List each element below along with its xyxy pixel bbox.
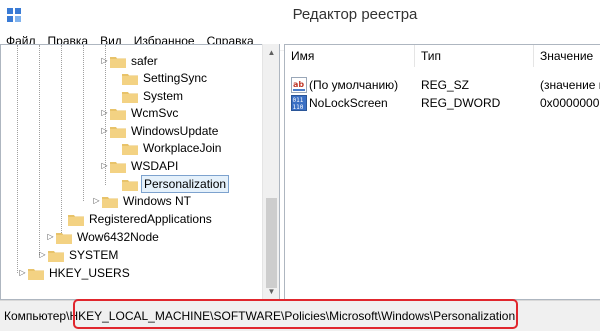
folder-icon — [122, 179, 138, 191]
column-header-data[interactable]: Значение — [534, 45, 600, 67]
tree-node-label: SYSTEM — [69, 248, 119, 262]
expand-icon[interactable]: ▷ — [100, 126, 109, 135]
tree-node-label: WindowsUpdate — [131, 124, 219, 138]
value-name: NoLockScreen — [309, 96, 388, 110]
window-title: Редактор реестра — [292, 6, 418, 23]
scroll-down-icon[interactable]: ▼ — [263, 283, 280, 300]
status-prefix: Компьютер\ — [4, 309, 70, 323]
svg-text:011: 011 — [293, 97, 304, 104]
expand-icon[interactable]: ▷ — [100, 108, 109, 117]
value-data: (значение н — [540, 78, 600, 92]
svg-text:110: 110 — [293, 104, 304, 111]
folder-icon — [48, 250, 64, 262]
path-highlight-box — [73, 299, 518, 329]
svg-text:ab: ab — [293, 80, 304, 89]
tree-node-label: HKEY_USERS — [49, 266, 130, 280]
folder-icon — [102, 196, 118, 208]
tree-node-wsdapi[interactable]: ▷ WSDAPI — [101, 157, 180, 175]
values-list[interactable]: Имя Тип Значение ab (По умолчанию) REG_S… — [284, 44, 600, 300]
tree-node-windowsupdate[interactable]: ▷ WindowsUpdate — [101, 122, 220, 140]
expand-icon[interactable]: ▷ — [38, 250, 47, 259]
value-type: REG_SZ — [421, 78, 470, 92]
tree-node-hkey-users[interactable]: ▷ HKEY_USERS — [19, 264, 132, 282]
tree-node-wcmsvc[interactable]: ▷ WcmSvc — [101, 104, 180, 122]
folder-icon — [122, 73, 138, 85]
column-header-name[interactable]: Имя — [285, 45, 415, 67]
folder-icon — [68, 214, 84, 226]
scroll-thumb[interactable] — [266, 198, 277, 288]
tree-scrollbar[interactable]: ▲ ▼ — [262, 44, 279, 300]
string-value-icon: ab — [291, 77, 307, 93]
scroll-up-icon[interactable]: ▲ — [263, 44, 280, 61]
folder-icon — [110, 56, 126, 68]
folder-icon — [28, 268, 44, 280]
tree-node-wow6432node[interactable]: ▷ Wow6432Node — [47, 228, 161, 246]
value-type: REG_DWORD — [421, 96, 501, 110]
tree-node-label: WcmSvc — [131, 106, 179, 120]
tree-node-label: RegisteredApplications — [89, 212, 212, 226]
tree-node-workplacejoin[interactable]: WorkplaceJoin — [122, 139, 223, 157]
column-header-type[interactable]: Тип — [415, 45, 534, 67]
tree-guide — [17, 45, 18, 273]
tree-guide — [61, 45, 62, 237]
folder-icon — [110, 126, 126, 138]
tree-node-label: Personalization — [141, 175, 230, 193]
tree-node-label: safer — [131, 54, 158, 68]
tree-node-personalization[interactable]: Personalization — [122, 175, 230, 193]
value-data: 0x00000001 — [540, 96, 600, 110]
expand-icon[interactable]: ▷ — [100, 56, 109, 65]
folder-icon — [110, 161, 126, 173]
tree-node-label: WorkplaceJoin — [143, 141, 222, 155]
tree-node-label: SettingSync — [143, 71, 208, 85]
tree-node-settingsync[interactable]: SettingSync — [122, 69, 209, 87]
tree-node-registeredapplications[interactable]: RegisteredApplications — [68, 210, 214, 228]
expand-icon[interactable]: ▷ — [92, 196, 101, 205]
tree-node-system[interactable]: System — [122, 87, 185, 105]
value-row-nolockscreen[interactable]: 011 110 NoLockScreen REG_DWORD 0x0000000… — [285, 94, 600, 112]
tree-guide — [39, 45, 40, 255]
value-name: (По умолчанию) — [309, 78, 399, 92]
tree-node-label: Wow6432Node — [77, 230, 159, 244]
expand-icon[interactable]: ▷ — [46, 232, 55, 241]
folder-icon — [110, 108, 126, 120]
tree-node-system-hive[interactable]: ▷ SYSTEM — [39, 246, 120, 264]
tree-node-label: Windows NT — [123, 194, 192, 208]
expand-icon[interactable]: ▷ — [100, 161, 109, 170]
expand-icon[interactable]: ▷ — [18, 268, 27, 277]
folder-icon — [122, 91, 138, 103]
tree-node-windows-nt[interactable]: ▷ Windows NT — [93, 192, 193, 210]
title-bar: Редактор реестра — [0, 0, 600, 32]
binary-value-icon: 011 110 — [291, 95, 307, 111]
tree-node-label: System — [143, 89, 184, 103]
tree-node-label: WSDAPI — [131, 159, 179, 173]
tree-guide — [83, 45, 84, 201]
value-row-default[interactable]: ab (По умолчанию) REG_SZ (значение н — [285, 76, 600, 94]
tree-node-safer[interactable]: ▷ safer — [101, 52, 160, 70]
folder-icon — [56, 232, 72, 244]
folder-icon — [122, 143, 138, 155]
